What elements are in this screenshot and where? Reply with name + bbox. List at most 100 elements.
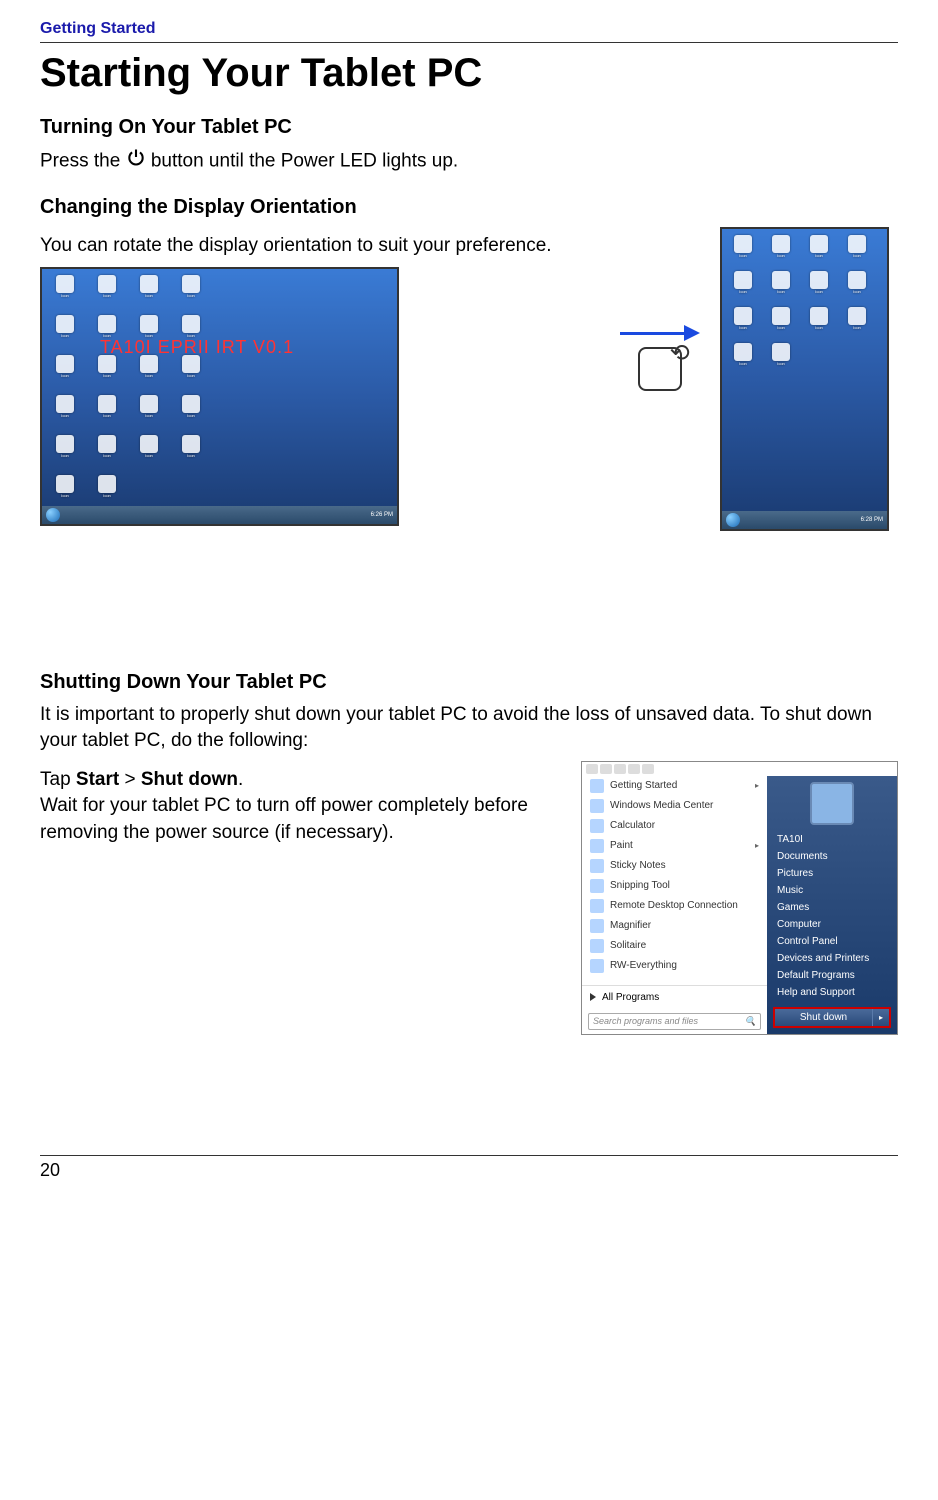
program-label: Sticky Notes <box>610 860 666 871</box>
shutdown-button[interactable]: Shut down <box>775 1009 872 1026</box>
taskbar-portrait: 6:28 PM <box>722 511 887 529</box>
desktop-icon: Icon <box>804 271 834 301</box>
orientation-text: You can rotate the display orientation t… <box>40 233 600 260</box>
desktop-icon: Icon <box>90 395 124 429</box>
desktop-icon: Icon <box>766 307 796 337</box>
program-label: Magnifier <box>610 920 651 931</box>
clock-landscape: 6:26 PM <box>371 512 393 518</box>
program-label: Paint <box>610 840 633 851</box>
chevron-right-icon: ▸ <box>755 781 759 790</box>
shutdown-options-button[interactable]: ▸ <box>872 1009 889 1026</box>
taskbar-landscape: 6:26 PM <box>42 506 397 524</box>
screenshot-landscape: IconIconIconIconIconIconIconIconIconIcon… <box>40 267 399 526</box>
sidebar-link[interactable]: Default Programs <box>767 967 897 984</box>
desktop-icon: Icon <box>804 235 834 265</box>
heading-orientation: Changing the Display Orientation <box>40 196 898 219</box>
program-item[interactable]: Getting Started▸ <box>582 776 767 796</box>
program-label: RW-Everything <box>610 960 677 971</box>
desktop-icon: Icon <box>842 235 872 265</box>
desktop-icon: Icon <box>90 275 124 309</box>
program-icon <box>590 939 604 953</box>
user-avatar[interactable] <box>810 782 854 825</box>
desktop-icon: Icon <box>728 343 758 373</box>
desktop-icon: Icon <box>132 275 166 309</box>
desktop-icon: Icon <box>132 355 166 389</box>
sidebar-link[interactable]: Games <box>767 899 897 916</box>
desktop-icon: Icon <box>48 355 82 389</box>
program-label: Windows Media Center <box>610 800 713 811</box>
period-text: . <box>238 769 243 790</box>
tap-text: Tap <box>40 769 76 790</box>
program-icon <box>590 819 604 833</box>
program-item[interactable]: Snipping Tool <box>582 876 767 896</box>
desktop-icon: Icon <box>804 307 834 337</box>
search-icon: 🔍 <box>745 1016 756 1027</box>
start-orb-icon <box>726 513 740 527</box>
desktop-icon: Icon <box>174 395 208 429</box>
page-footer: 20 <box>40 1155 898 1181</box>
sidebar-link[interactable]: Control Panel <box>767 933 897 950</box>
sidebar-link[interactable]: TA10I <box>767 831 897 848</box>
program-icon <box>590 779 604 793</box>
screenshot-startmenu: Getting Started▸ Windows Media Center Calc… <box>581 761 898 1035</box>
start-orb-icon <box>46 508 60 522</box>
desktop-icon: Icon <box>766 271 796 301</box>
page-title: Starting Your Tablet PC <box>40 51 898 96</box>
section-header: Getting Started <box>40 20 898 43</box>
triangle-icon <box>590 993 596 1001</box>
program-item[interactable]: Windows Media Center <box>582 796 767 816</box>
desktop-icon: Icon <box>90 355 124 389</box>
desktop-icon: Icon <box>766 343 796 373</box>
arrow-icon <box>620 327 700 339</box>
program-label: Snipping Tool <box>610 880 670 891</box>
clock-portrait: 6:28 PM <box>861 517 883 523</box>
sidebar-link[interactable]: Documents <box>767 848 897 865</box>
program-icon <box>590 919 604 933</box>
program-icon <box>590 839 604 853</box>
rotate-arrow-group <box>620 327 700 391</box>
text-after-power: button until the Power LED lights up. <box>151 150 458 171</box>
program-item[interactable]: Remote Desktop Connection <box>582 896 767 916</box>
shutdown-ref: Shut down <box>141 769 238 790</box>
gt-text: > <box>119 769 141 790</box>
program-item[interactable]: Calculator <box>582 816 767 836</box>
program-item[interactable]: Solitaire <box>582 936 767 956</box>
page-number: 20 <box>40 1160 60 1180</box>
watermark-text: TA10I EPRII IRT V0.1 <box>100 337 294 358</box>
desktop-icon: Icon <box>728 271 758 301</box>
sidebar-link[interactable]: Devices and Printers <box>767 950 897 967</box>
program-list: Getting Started▸ Windows Media Center Calc… <box>582 776 767 985</box>
all-programs-item[interactable]: All Programs <box>582 985 767 1009</box>
start-ref: Start <box>76 769 119 790</box>
desktop-icon: Icon <box>132 435 166 469</box>
desktop-icon: Icon <box>728 307 758 337</box>
sidebar-link[interactable]: Computer <box>767 916 897 933</box>
chevron-right-icon: ▸ <box>755 841 759 850</box>
desktop-icon: Icon <box>174 355 208 389</box>
rotate-icon <box>638 347 682 391</box>
sidebar-link[interactable]: Music <box>767 882 897 899</box>
desktop-icon: Icon <box>132 395 166 429</box>
desktop-icon: Icon <box>48 395 82 429</box>
program-icon <box>590 879 604 893</box>
text-before-power: Press the <box>40 150 126 171</box>
desktop-icon: Icon <box>728 235 758 265</box>
desktop-icon: Icon <box>766 235 796 265</box>
sidebar-link[interactable]: Help and Support <box>767 984 897 1001</box>
program-item[interactable]: RW-Everything <box>582 956 767 976</box>
heading-turning-on: Turning On Your Tablet PC <box>40 116 898 139</box>
desktop-icon: Icon <box>48 315 82 349</box>
desktop-icon: Icon <box>90 475 124 509</box>
program-item[interactable]: Sticky Notes <box>582 856 767 876</box>
search-area: Search programs and files 🔍 <box>582 1009 767 1034</box>
shutdown-steps: Tap Start > Shut down. Wait for your tab… <box>40 767 561 847</box>
shutdown-intro: It is important to properly shut down yo… <box>40 702 898 755</box>
search-input[interactable]: Search programs and files 🔍 <box>588 1013 761 1030</box>
desktop-icon: Icon <box>48 275 82 309</box>
desktop-icon: Icon <box>842 307 872 337</box>
desktop-icon: Icon <box>48 435 82 469</box>
sidebar-link[interactable]: Pictures <box>767 865 897 882</box>
program-item[interactable]: Paint ▸ <box>582 836 767 856</box>
program-label: Solitaire <box>610 940 646 951</box>
program-item[interactable]: Magnifier <box>582 916 767 936</box>
